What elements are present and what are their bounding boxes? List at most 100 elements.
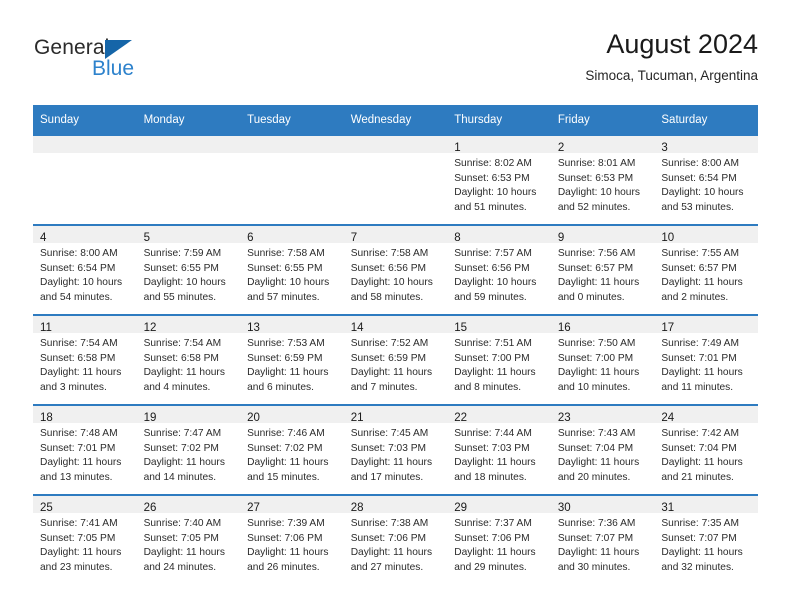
sunrise-text: Sunrise: 7:52 AM — [350, 338, 429, 349]
calendar-day-cell[interactable]: 19 Sunrise: 7:47 AM Sunset: 7:02 PM Dayligh… — [136, 404, 241, 495]
sunrise-text: Sunrise: 7:55 AM — [661, 248, 739, 259]
cell-inner: 24 Sunrise: 7:42 AM Sunset: 7:04 PM Dayligh… — [654, 406, 758, 494]
sunrise-text: Sunrise: 7:41 AM — [40, 518, 118, 529]
weekday-header-tuesday: Tuesday — [240, 105, 344, 135]
calendar-day-cell[interactable]: 27 Sunrise: 7:39 AM Sunset: 7:06 PM Dayligh… — [240, 494, 344, 584]
calendar-day-cell[interactable]: 11 Sunrise: 7:54 AM Sunset: 6:58 PM Dayligh… — [33, 314, 137, 405]
day-number-band: 24 — [654, 406, 758, 424]
calendar-day-cell[interactable]: 28 Sunrise: 7:38 AM Sunset: 7:06 PM Dayligh… — [343, 494, 448, 584]
day-number: 10 — [661, 232, 675, 244]
sunset-text: Sunset: 7:00 PM — [557, 352, 634, 364]
sunset-text: Sunset: 6:53 PM — [454, 172, 530, 184]
day-number: 19 — [143, 412, 157, 424]
sunrise-text: Sunrise: 7:35 AM — [661, 518, 739, 529]
daylight-text-line2: and 57 minutes. — [247, 291, 320, 303]
calendar-day-cell[interactable]: 9 Sunrise: 7:56 AM Sunset: 6:57 PM Daylight… — [550, 224, 655, 315]
day-details: Sunrise: 7:54 AM Sunset: 6:58 PM Daylight:… — [33, 333, 137, 395]
calendar-day-cell[interactable]: 13 Sunrise: 7:53 AM Sunset: 6:59 PM Dayligh… — [240, 314, 344, 405]
daylight-text-line1: Daylight: 10 hours — [454, 187, 537, 199]
calendar-day-cell[interactable]: 6 Sunrise: 7:58 AM Sunset: 6:55 PM Daylight… — [240, 224, 344, 315]
day-number-band: 5 — [136, 226, 241, 244]
day-number-band: 14 — [343, 316, 448, 334]
cell-inner — [240, 136, 344, 224]
calendar-day-cell[interactable]: 21 Sunrise: 7:45 AM Sunset: 7:03 PM Dayligh… — [343, 404, 448, 495]
calendar-day-cell[interactable]: 20 Sunrise: 7:46 AM Sunset: 7:02 PM Dayligh… — [240, 404, 344, 495]
day-number: 11 — [40, 322, 52, 334]
calendar-day-cell[interactable]: 23 Sunrise: 7:43 AM Sunset: 7:04 PM Dayligh… — [550, 404, 655, 495]
day-details: Sunrise: 8:00 AM Sunset: 6:54 PM Daylight:… — [654, 153, 758, 215]
cell-inner: 21 Sunrise: 7:45 AM Sunset: 7:03 PM Dayligh… — [343, 406, 448, 494]
calendar-day-cell[interactable]: 1 Sunrise: 8:02 AM Sunset: 6:53 PM Daylight… — [447, 134, 551, 225]
daylight-text-line2: and 54 minutes. — [40, 291, 113, 303]
sunrise-text: Sunrise: 7:43 AM — [557, 428, 636, 439]
day-number: 5 — [143, 232, 150, 244]
calendar-day-cell[interactable]: 5 Sunrise: 7:59 AM Sunset: 6:55 PM Daylight… — [136, 224, 241, 315]
calendar-day-cell[interactable]: 3 Sunrise: 8:00 AM Sunset: 6:54 PM Daylight… — [654, 134, 758, 225]
calendar-day-cell[interactable]: 16 Sunrise: 7:50 AM Sunset: 7:00 PM Dayligh… — [550, 314, 655, 405]
calendar-day-cell[interactable]: 26 Sunrise: 7:40 AM Sunset: 7:05 PM Dayligh… — [136, 494, 241, 584]
weekday-header-thursday: Thursday — [447, 105, 551, 135]
day-number-band: 6 — [240, 226, 344, 244]
cell-inner: 19 Sunrise: 7:47 AM Sunset: 7:02 PM Dayligh… — [136, 406, 241, 494]
daylight-text-line1: Daylight: 11 hours — [557, 547, 640, 559]
calendar-day-cell[interactable]: 24 Sunrise: 7:42 AM Sunset: 7:04 PM Dayligh… — [654, 404, 758, 495]
day-details: Sunrise: 7:56 AM Sunset: 6:57 PM Daylight:… — [551, 243, 655, 305]
day-details: Sunrise: 7:35 AM Sunset: 7:07 PM Daylight:… — [654, 513, 758, 575]
cell-inner: 8 Sunrise: 7:57 AM Sunset: 6:56 PM Daylight… — [447, 226, 551, 314]
daylight-text-line2: and 2 minutes. — [661, 291, 729, 303]
weekday-header-friday: Friday — [550, 105, 655, 135]
cell-inner — [33, 136, 137, 224]
day-number-band: 19 — [136, 406, 241, 424]
calendar-day-cell[interactable]: 15 Sunrise: 7:51 AM Sunset: 7:00 PM Dayligh… — [447, 314, 551, 405]
calendar-day-cell[interactable]: 25 Sunrise: 7:41 AM Sunset: 7:05 PM Dayligh… — [33, 494, 137, 584]
day-details: Sunrise: 7:40 AM Sunset: 7:05 PM Daylight:… — [137, 513, 241, 575]
day-details: Sunrise: 8:01 AM Sunset: 6:53 PM Daylight:… — [551, 153, 655, 215]
calendar-day-cell[interactable]: 12 Sunrise: 7:54 AM Sunset: 6:58 PM Dayligh… — [136, 314, 241, 405]
day-number-band: 4 — [33, 226, 137, 244]
daylight-text-line1: Daylight: 10 hours — [247, 277, 330, 289]
calendar-day-cell[interactable]: 8 Sunrise: 7:57 AM Sunset: 6:56 PM Daylight… — [447, 224, 551, 315]
daylight-text-line1: Daylight: 11 hours — [247, 547, 329, 559]
day-number: 3 — [661, 142, 668, 154]
calendar-day-cell[interactable]: 10 Sunrise: 7:55 AM Sunset: 6:57 PM Dayligh… — [654, 224, 758, 315]
calendar-day-cell[interactable]: 22 Sunrise: 7:44 AM Sunset: 7:03 PM Dayligh… — [447, 404, 551, 495]
calendar-day-cell[interactable]: 29 Sunrise: 7:37 AM Sunset: 7:06 PM Dayligh… — [447, 494, 551, 584]
calendar-day-cell[interactable]: 18 Sunrise: 7:48 AM Sunset: 7:01 PM Dayligh… — [33, 404, 137, 495]
daylight-text-line2: and 15 minutes. — [247, 471, 320, 483]
sunset-text: Sunset: 7:06 PM — [350, 532, 427, 544]
daylight-text-line1: Daylight: 11 hours — [454, 547, 536, 559]
calendar-day-cell[interactable]: 17 Sunrise: 7:49 AM Sunset: 7:01 PM Dayligh… — [654, 314, 758, 405]
sunset-text: Sunset: 7:02 PM — [247, 442, 323, 454]
calendar-day-cell[interactable]: 30 Sunrise: 7:36 AM Sunset: 7:07 PM Dayligh… — [550, 494, 655, 584]
cell-inner: 16 Sunrise: 7:50 AM Sunset: 7:00 PM Dayligh… — [550, 316, 655, 404]
calendar-day-cell[interactable]: 31 Sunrise: 7:35 AM Sunset: 7:07 PM Dayligh… — [654, 494, 758, 584]
cell-inner: 10 Sunrise: 7:55 AM Sunset: 6:57 PM Dayligh… — [654, 226, 758, 314]
calendar-cell-empty — [33, 134, 137, 225]
general-blue-logo[interactable]: General Blue — [34, 36, 214, 88]
calendar-header-row: Sunday Monday Tuesday Wednesday Thursday Frid… — [33, 105, 758, 135]
daylight-text-line1: Daylight: 11 hours — [454, 457, 536, 469]
day-number: 27 — [247, 502, 260, 514]
day-details: Sunrise: 7:42 AM Sunset: 7:04 PM Daylight:… — [654, 423, 758, 485]
daylight-text-line1: Daylight: 11 hours — [247, 457, 329, 469]
calendar-day-cell[interactable]: 14 Sunrise: 7:52 AM Sunset: 6:59 PM Dayligh… — [343, 314, 448, 405]
daylight-text-line2: and 20 minutes. — [557, 471, 631, 483]
day-details: Sunrise: 7:39 AM Sunset: 7:06 PM Daylight:… — [240, 513, 344, 575]
daylight-text-line1: Daylight: 11 hours — [143, 547, 225, 559]
sunrise-text: Sunrise: 7:54 AM — [40, 338, 118, 349]
daylight-text-line1: Daylight: 11 hours — [557, 277, 640, 289]
cell-inner: 14 Sunrise: 7:52 AM Sunset: 6:59 PM Dayligh… — [343, 316, 448, 404]
sunset-text: Sunset: 7:02 PM — [143, 442, 219, 454]
sunrise-text: Sunrise: 8:01 AM — [557, 158, 636, 169]
day-number-band: 29 — [447, 496, 551, 514]
calendar-day-cell[interactable]: 4 Sunrise: 8:00 AM Sunset: 6:54 PM Daylight… — [33, 224, 137, 315]
daylight-text-line1: Daylight: 11 hours — [661, 277, 743, 289]
daylight-text-line1: Daylight: 11 hours — [557, 457, 640, 469]
day-number-band: 22 — [447, 406, 551, 424]
day-details: Sunrise: 7:48 AM Sunset: 7:01 PM Daylight:… — [33, 423, 137, 485]
day-details: Sunrise: 7:59 AM Sunset: 6:55 PM Daylight:… — [137, 243, 241, 305]
page-subtitle: Simoca, Tucuman, Argentina — [585, 68, 758, 83]
calendar-day-cell[interactable]: 7 Sunrise: 7:58 AM Sunset: 6:56 PM Daylight… — [343, 224, 448, 315]
calendar-day-cell[interactable]: 2 Sunrise: 8:01 AM Sunset: 6:53 PM Daylight… — [550, 134, 655, 225]
day-details — [33, 153, 137, 157]
